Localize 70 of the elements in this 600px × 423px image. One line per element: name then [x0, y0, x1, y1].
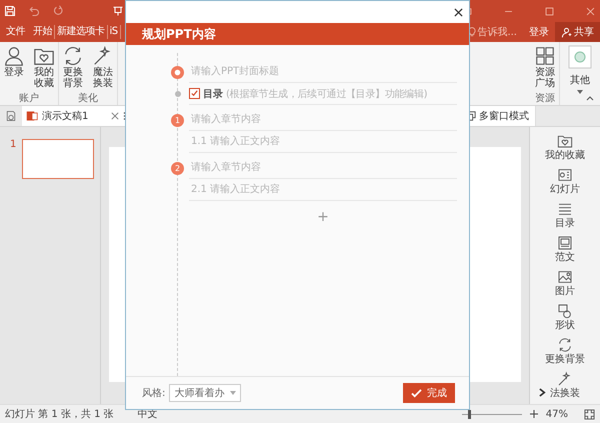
checkbox[interactable] [189, 88, 200, 99]
ribbon-tab[interactable]: iS [108, 25, 121, 39]
style-dropdown[interactable]: 大师看着办 [169, 384, 242, 402]
save-icon[interactable] [4, 5, 16, 17]
zoom-thumb[interactable] [468, 410, 471, 418]
ppt-file-icon [26, 110, 38, 122]
group-label: 资源 [535, 93, 555, 104]
shape-icon[interactable] [557, 303, 573, 319]
slide-info: 幻灯片 第 1 张，共 1 张 [5, 408, 114, 421]
ribbon-button-label[interactable]: 魔法换装 [92, 67, 114, 89]
presenter-icon[interactable] [112, 5, 124, 17]
more-icon[interactable] [123, 111, 126, 121]
slides-icon[interactable] [557, 167, 573, 183]
check-icon [411, 388, 422, 398]
zoom-level[interactable]: 47% [546, 408, 568, 420]
ring-marker-icon [171, 66, 184, 78]
done-button[interactable]: 完成 [403, 383, 455, 403]
toc-label[interactable]: 目录 [203, 86, 223, 100]
lightbulb-icon [467, 27, 478, 37]
ribbon-button-label[interactable]: 更换背景 [62, 67, 84, 89]
chapter-number: 1 [171, 114, 184, 126]
ribbon-button-label[interactable]: 我的收藏 [34, 67, 54, 89]
caret-icon [230, 391, 236, 395]
side-panel-label[interactable]: 幻灯片 [550, 183, 580, 196]
maximize-icon[interactable] [544, 6, 555, 16]
close-icon[interactable] [454, 8, 463, 16]
dot-marker-icon [174, 91, 180, 97]
title-input[interactable]: 请输入章节内容 [189, 110, 457, 130]
title-input[interactable]: 请输入PPT封面标题 [189, 62, 457, 82]
group-label: 美化 [78, 93, 98, 104]
ribbon-tab[interactable]: 新建选项卡 [55, 25, 108, 39]
ribbon-button-label[interactable]: 资源广场 [534, 67, 556, 89]
fit-icon[interactable] [584, 408, 595, 420]
refresh-icon[interactable] [62, 45, 84, 67]
ribbon-tab[interactable]: 开始 [31, 25, 55, 39]
chapter-number: 2 [171, 162, 184, 174]
share-button[interactable]: 共享 [555, 22, 600, 42]
section-input[interactable]: 1.1 请输入正文内容 [189, 132, 457, 152]
side-panel-label[interactable]: 目录 [555, 217, 575, 230]
refresh-icon[interactable] [557, 337, 573, 353]
group-label: 账户 [19, 93, 39, 104]
style-label: 风格: [142, 386, 166, 400]
plus-icon[interactable] [530, 410, 538, 418]
collapse-icon[interactable] [586, 95, 594, 101]
side-panel-label[interactable]: 形状 [555, 319, 575, 332]
person-icon [561, 26, 572, 38]
toc-note: (根据章节生成，后续可通过【目录】功能编辑) [226, 88, 428, 100]
login-link[interactable]: 登录 [529, 25, 549, 39]
dialog-title: 规划PPT内容 [142, 26, 216, 42]
side-panel-label[interactable]: 法换装 [550, 387, 580, 400]
title-input[interactable]: 请输入章节内容 [189, 158, 457, 178]
side-panel-label[interactable]: 我的收藏 [545, 149, 585, 162]
grid-icon[interactable] [534, 45, 556, 67]
ribbon-button-label[interactable]: 其他 [570, 73, 590, 87]
side-panel-label[interactable]: 范文 [555, 251, 575, 264]
list-icon[interactable] [557, 201, 573, 217]
chevron-icon[interactable] [539, 388, 546, 397]
ribbon-tab[interactable]: 文件 [4, 25, 27, 39]
section-input[interactable]: 2.1 请输入正文内容 [189, 180, 457, 200]
person-icon[interactable] [3, 45, 25, 67]
side-panel-label[interactable]: 更换背景 [545, 353, 585, 366]
slide-thumbnail[interactable] [22, 139, 94, 179]
slide-number: 1 [10, 139, 16, 152]
folder-heart-icon[interactable] [557, 133, 573, 149]
picture-icon[interactable] [557, 269, 573, 285]
ribbon-button-label[interactable]: 登录 [4, 67, 24, 78]
side-panel-label[interactable]: 图片 [555, 285, 575, 298]
caret-icon [577, 90, 583, 94]
magic-wand-icon[interactable] [557, 371, 573, 387]
document-icon[interactable] [557, 235, 573, 251]
